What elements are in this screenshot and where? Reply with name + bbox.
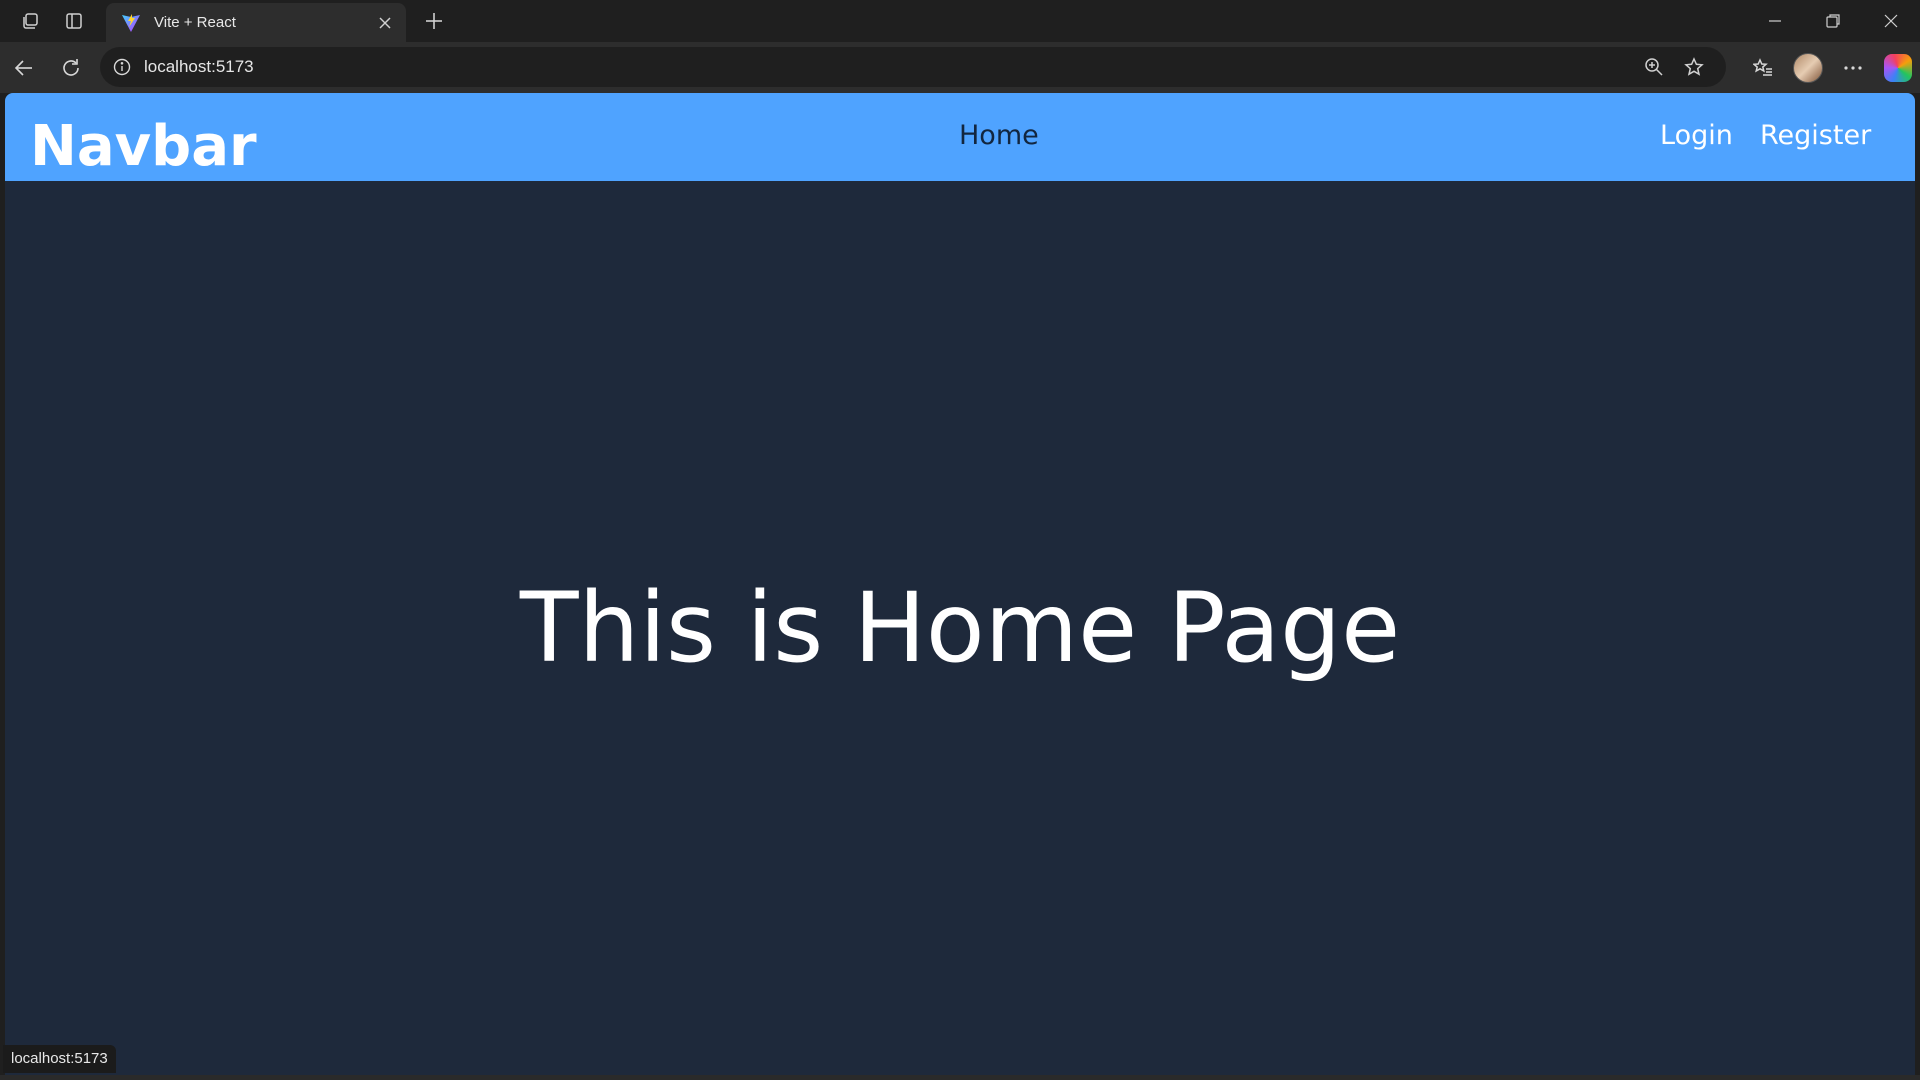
more-options-icon[interactable]	[1830, 48, 1875, 88]
address-bar[interactable]: localhost:5173	[100, 47, 1726, 87]
zoom-icon[interactable]	[1634, 49, 1674, 85]
minimize-icon[interactable]	[1746, 0, 1804, 42]
avatar	[1792, 52, 1823, 83]
nav-link-login[interactable]: Login	[1660, 120, 1733, 152]
site-info-icon[interactable]	[112, 57, 132, 77]
copilot-icon[interactable]	[1875, 48, 1920, 88]
refresh-icon[interactable]	[48, 45, 94, 91]
workspaces-icon[interactable]	[8, 0, 52, 42]
browser-tab-active[interactable]: Vite + React	[106, 3, 406, 42]
new-tab-icon[interactable]	[412, 0, 456, 42]
tab-title: Vite + React	[154, 14, 236, 31]
vite-logo-icon	[120, 12, 142, 34]
favorite-star-icon[interactable]	[1674, 49, 1714, 85]
window-controls	[1746, 0, 1920, 42]
nav-link-home[interactable]: Home	[959, 120, 1039, 152]
close-window-icon[interactable]	[1862, 0, 1920, 42]
url-text[interactable]: localhost:5173	[144, 57, 1634, 77]
page-heading: This is Home Page	[519, 572, 1401, 684]
navbar: Navbar Home Login Register	[5, 93, 1915, 181]
back-arrow-icon[interactable]	[1, 45, 47, 91]
browser-toolbar: localhost:5173	[0, 42, 1920, 93]
status-link-preview: localhost:5173	[3, 1045, 116, 1073]
navbar-brand[interactable]: Navbar	[30, 115, 257, 179]
restore-icon[interactable]	[1804, 0, 1862, 42]
browser-tab-bar: Vite + React	[0, 0, 1920, 42]
close-tab-icon[interactable]	[374, 12, 396, 34]
page-viewport: Navbar Home Login Register This is Home …	[5, 93, 1915, 1075]
favorites-list-icon[interactable]	[1740, 48, 1785, 88]
window-bottom-edge	[0, 1075, 1920, 1080]
profile-avatar[interactable]	[1785, 48, 1830, 88]
nav-link-register[interactable]: Register	[1760, 120, 1871, 152]
browser-right-tools	[1740, 42, 1920, 93]
copilot-logo	[1883, 53, 1912, 82]
vertical-tabs-icon[interactable]	[52, 0, 96, 42]
